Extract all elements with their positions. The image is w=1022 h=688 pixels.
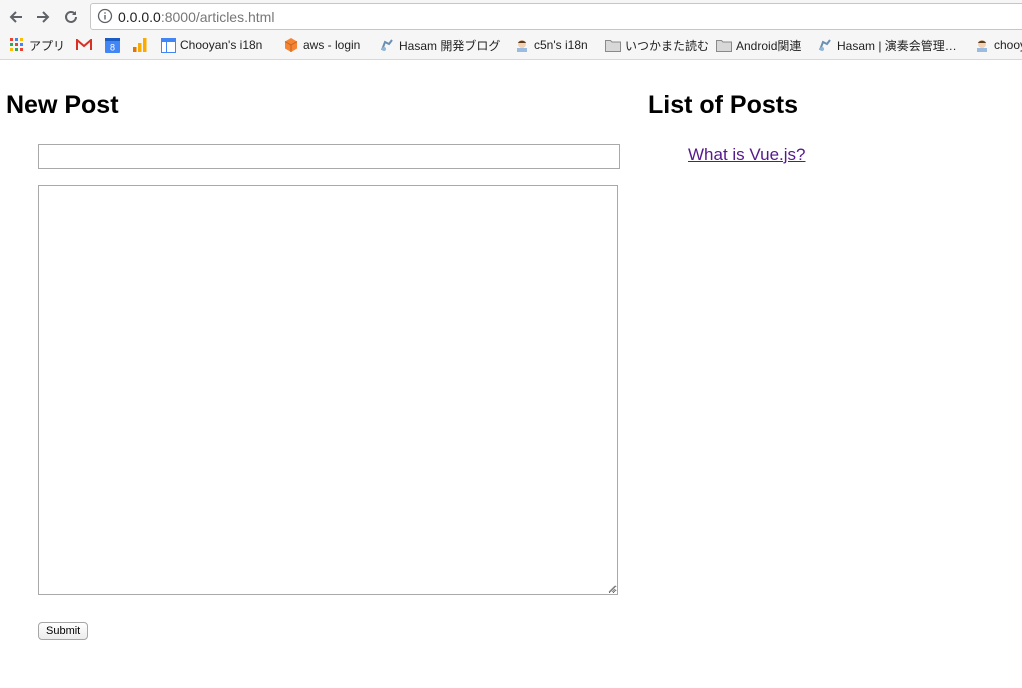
list-item: What is Vue.js? xyxy=(688,144,805,166)
new-post-heading: New Post xyxy=(6,91,119,119)
bookmark-analytics[interactable] xyxy=(132,36,152,54)
forward-arrow-icon xyxy=(37,11,50,23)
post-list: What is Vue.js? xyxy=(688,144,805,166)
bookmark-folder-read-later[interactable]: いつかまた読む xyxy=(605,36,709,54)
bookmark-hasam-blog[interactable]: Hasam 開発ブログ xyxy=(379,36,500,54)
bookmark-c5ns-i18n[interactable]: c5n's i18n xyxy=(514,36,588,54)
url-path: :8000/articles.html xyxy=(160,9,275,25)
gmail-icon xyxy=(76,37,92,53)
folder-icon xyxy=(605,37,621,53)
post-title-input[interactable] xyxy=(38,144,620,169)
bookmark-label: c5n's i18n xyxy=(534,38,588,52)
bookmark-chooy[interactable]: chooy xyxy=(974,36,1022,54)
aws-cube-icon xyxy=(283,37,299,53)
bookmark-calendar[interactable]: 8 xyxy=(104,36,124,54)
post-body-textarea[interactable] xyxy=(38,185,618,595)
resize-grip-icon[interactable] xyxy=(606,583,616,593)
folder-icon xyxy=(716,37,732,53)
back-button[interactable] xyxy=(5,6,27,28)
bookmark-label: chooy xyxy=(994,38,1022,52)
calendar-icon: 8 xyxy=(104,37,120,53)
page-layout-icon xyxy=(160,37,176,53)
browser-toolbar: 0.0.0.0:8000/articles.html アプリ 8 Chooyan… xyxy=(0,0,1022,60)
reload-button[interactable] xyxy=(60,6,82,28)
address-bar[interactable]: 0.0.0.0:8000/articles.html xyxy=(90,3,1022,30)
bookmark-hasam-concert[interactable]: Hasam | 演奏会管理… xyxy=(817,36,957,54)
bookmark-aws-login[interactable]: aws - login xyxy=(283,36,360,54)
svg-text:8: 8 xyxy=(109,42,114,52)
bookmark-folder-android[interactable]: Android関連 xyxy=(716,36,801,54)
back-arrow-icon xyxy=(9,11,22,23)
bookmark-label: Hasam | 演奏会管理… xyxy=(837,38,957,53)
bookmark-label: aws - login xyxy=(303,38,361,52)
bookmark-gmail[interactable] xyxy=(76,36,96,54)
avatar-icon xyxy=(974,37,990,53)
post-link[interactable]: What is Vue.js? xyxy=(688,145,805,164)
blog-icon xyxy=(379,37,395,53)
url-host: 0.0.0.0 xyxy=(118,9,161,25)
bookmark-label: Hasam 開発ブログ xyxy=(399,38,501,53)
analytics-icon xyxy=(132,37,148,53)
submit-button[interactable]: Submit xyxy=(38,622,89,640)
reload-icon xyxy=(65,10,77,23)
bookmark-label: アプリ xyxy=(29,38,66,53)
bookmark-label: Android関連 xyxy=(736,38,802,53)
info-icon[interactable] xyxy=(97,8,113,24)
blog-icon xyxy=(817,37,833,53)
forward-button[interactable] xyxy=(32,6,54,28)
bookmark-label: いつかまた読む xyxy=(625,38,710,53)
bookmark-label: Chooyan's i18n xyxy=(180,38,263,52)
url-text: 0.0.0.0:8000/articles.html xyxy=(118,8,274,26)
bookmark-apps[interactable]: アプリ xyxy=(9,36,65,54)
apps-grid-icon xyxy=(9,37,25,53)
avatar-icon xyxy=(514,37,530,53)
bookmark-chooyans-i18n[interactable]: Chooyan's i18n xyxy=(160,36,262,54)
list-of-posts-heading: List of Posts xyxy=(648,91,799,119)
bookmarks-bar: アプリ 8 Chooyan's i18n aws - login Hasam 開… xyxy=(0,34,1022,56)
